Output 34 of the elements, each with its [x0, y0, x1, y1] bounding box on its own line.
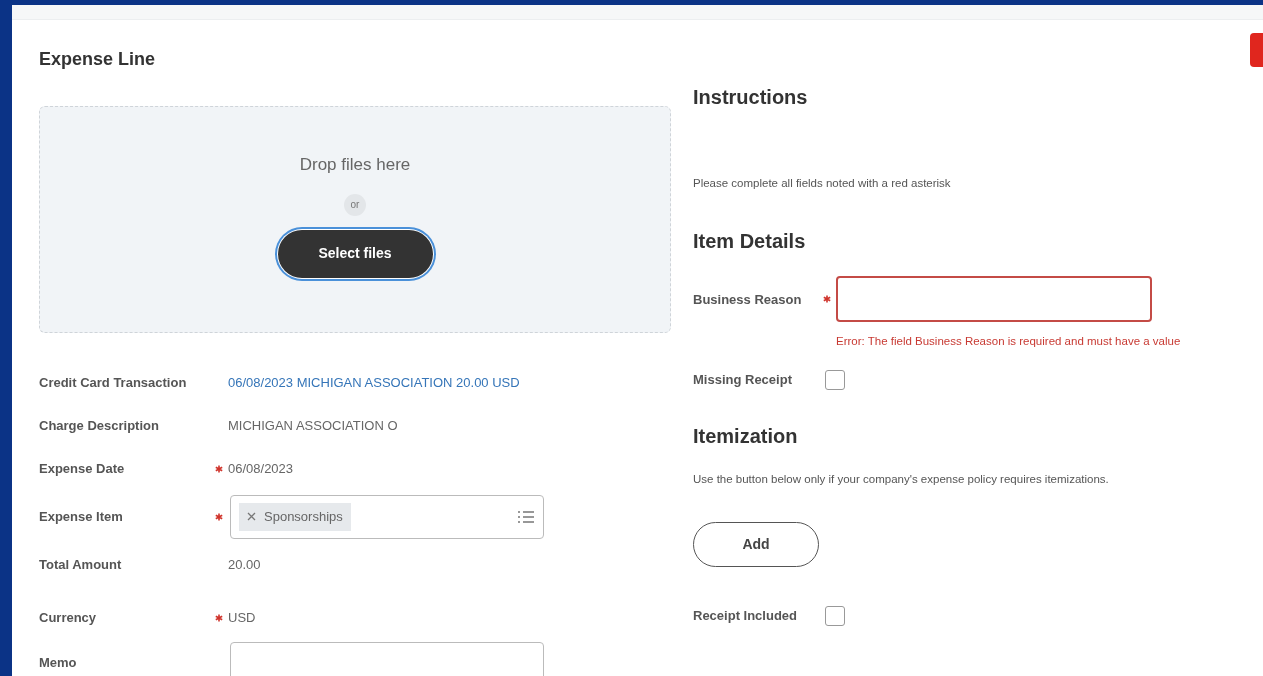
checkbox[interactable] — [825, 605, 845, 626]
separator-label: or — [344, 193, 366, 216]
field-label: Expense Date — [39, 459, 126, 478]
field-label: Receipt Included — [693, 607, 799, 625]
section-title: Item Details — [693, 229, 807, 255]
drop-zone[interactable]: Drop files here or Select files — [39, 106, 671, 333]
transaction-link[interactable]: 06/08/2023 MICHIGAN ASSOCIATION 20.00 USD — [228, 372, 520, 393]
list-icon[interactable] — [517, 509, 535, 524]
remove-icon[interactable] — [247, 512, 256, 521]
select-files-button[interactable]: Select files — [277, 229, 433, 278]
field-label: Missing Receipt — [693, 370, 793, 389]
field-label: Expense Item — [39, 507, 124, 526]
field-label: Charge Description — [39, 416, 160, 435]
section-title: Itemization — [693, 423, 799, 449]
selected-tag[interactable]: Sponsorships — [239, 502, 351, 531]
instructions-text: Please complete all fields noted with a red asterisk — [693, 176, 952, 191]
field-value: USD — [228, 608, 256, 627]
itemization-text: Use the button below only if your company's expense policy requires itemizations. — [693, 471, 1110, 487]
field-label: Credit Card Transaction — [39, 373, 188, 392]
field-label: Business Reason — [693, 290, 803, 309]
expense-item-select[interactable]: Sponsorships — [230, 494, 544, 539]
field-value: 06/08/2023 — [228, 459, 294, 478]
field-label: Total Amount — [39, 555, 123, 574]
checkbox[interactable] — [825, 369, 845, 390]
section-title: Instructions — [693, 85, 809, 110]
error-message: Error: The field Business Reason is required and must have a value — [836, 334, 1182, 350]
field-value: MICHIGAN ASSOCIATION O — [228, 416, 398, 435]
field-label: Currency — [39, 608, 98, 627]
add-button[interactable]: Add — [693, 521, 819, 567]
drop-prompt: Drop files here — [299, 154, 411, 176]
field-value: 20.00 — [228, 555, 261, 574]
section-title: Expense Line — [39, 47, 157, 71]
field-label: Memo — [39, 654, 78, 672]
business-reason-field[interactable] — [836, 276, 1152, 323]
